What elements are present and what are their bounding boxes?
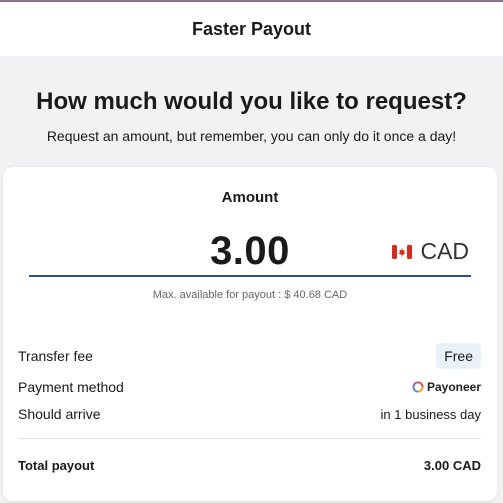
payment-method-value: Payoneer — [412, 380, 481, 394]
page-title: Faster Payout — [191, 18, 312, 39]
max-available-text: Max. available for payout : $ 40.68 CAD — [152, 289, 348, 301]
request-headline: How much would you like to request? — [36, 88, 467, 115]
request-subline: Request an amount, but remember, you can… — [46, 128, 457, 144]
free-badge: Free — [436, 343, 481, 369]
payoneer-logo-icon — [412, 381, 424, 393]
should-arrive-row: Should arrive in 1 business day — [18, 401, 481, 427]
payoneer-name: Payoneer — [426, 380, 481, 394]
amount-label: Amount — [221, 189, 279, 206]
header-bar: Faster Payout — [0, 0, 503, 56]
transfer-fee-label: Transfer fee — [18, 348, 93, 364]
divider — [18, 438, 481, 439]
should-arrive-label: Should arrive — [18, 406, 101, 422]
should-arrive-value: in 1 business day — [380, 406, 481, 422]
payment-method-label: Payment method — [18, 379, 124, 395]
total-payout-value: 3.00 CAD — [423, 457, 481, 473]
currency-selector: CAD — [392, 238, 469, 265]
currency-code: CAD — [420, 238, 469, 264]
total-payout-row: Total payout 3.00 CAD — [18, 452, 481, 478]
amount-input[interactable]: 3.00 CAD — [29, 225, 471, 277]
total-payout-label: Total payout — [18, 457, 95, 473]
payment-method-row: Payment method Payoneer — [18, 374, 481, 400]
transfer-fee-row: Transfer fee Free — [18, 343, 481, 369]
canada-flag-icon — [392, 244, 413, 259]
payout-card: Amount 3.00 CAD Max. available for payou… — [3, 167, 497, 501]
